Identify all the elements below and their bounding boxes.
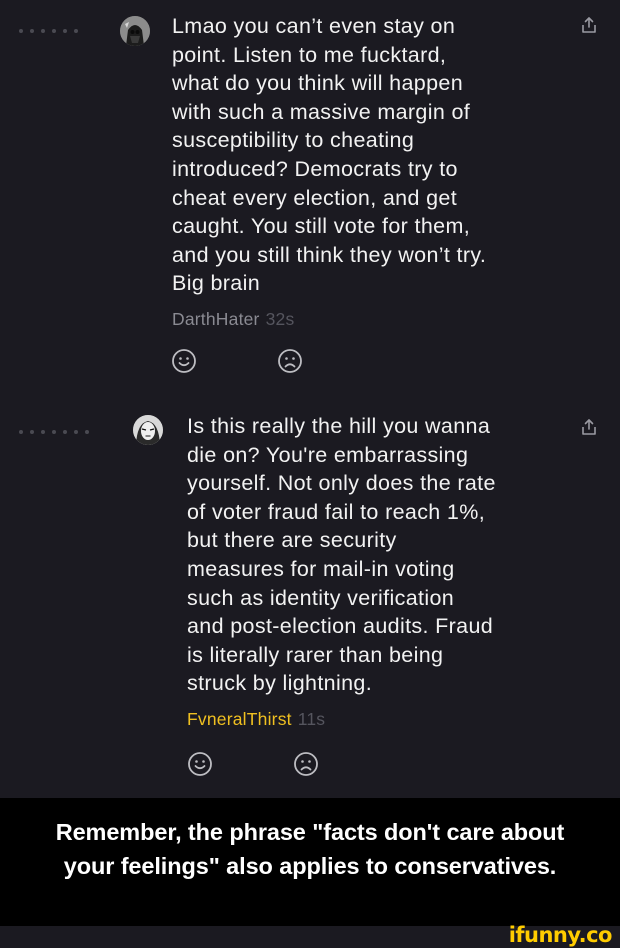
comment-thread: Lmao you can’t even stay on point. Liste… (0, 0, 620, 798)
comment-meta: DarthHater 32s (172, 309, 294, 330)
smile-icon[interactable] (171, 348, 197, 374)
comment-username[interactable]: DarthHater (172, 309, 260, 329)
vader-avatar-icon[interactable] (120, 16, 150, 46)
share-icon[interactable] (580, 418, 598, 436)
thread-depth-indicator (19, 29, 78, 33)
comment-timestamp: 32s (265, 309, 295, 329)
frown-icon[interactable] (277, 348, 303, 374)
meme-caption-panel: Remember, the phrase "facts don't care a… (0, 798, 620, 926)
frown-icon[interactable] (293, 751, 319, 777)
comment-text: Is this really the hill you wanna die on… (187, 414, 496, 696)
smile-icon[interactable] (187, 751, 213, 777)
comment-username[interactable]: FvneralThirst (187, 709, 292, 729)
comment-meta: FvneralThirst 11s (187, 709, 325, 730)
comment-text: Lmao you can’t even stay on point. Liste… (172, 14, 487, 296)
share-icon[interactable] (580, 16, 598, 34)
meme-caption: Remember, the phrase "facts don't care a… (55, 819, 565, 879)
user-avatar-icon[interactable] (133, 415, 163, 445)
comment-timestamp: 11s (297, 709, 326, 729)
ifunny-watermark: ifunny.co (508, 923, 613, 947)
thread-depth-indicator (19, 430, 89, 434)
